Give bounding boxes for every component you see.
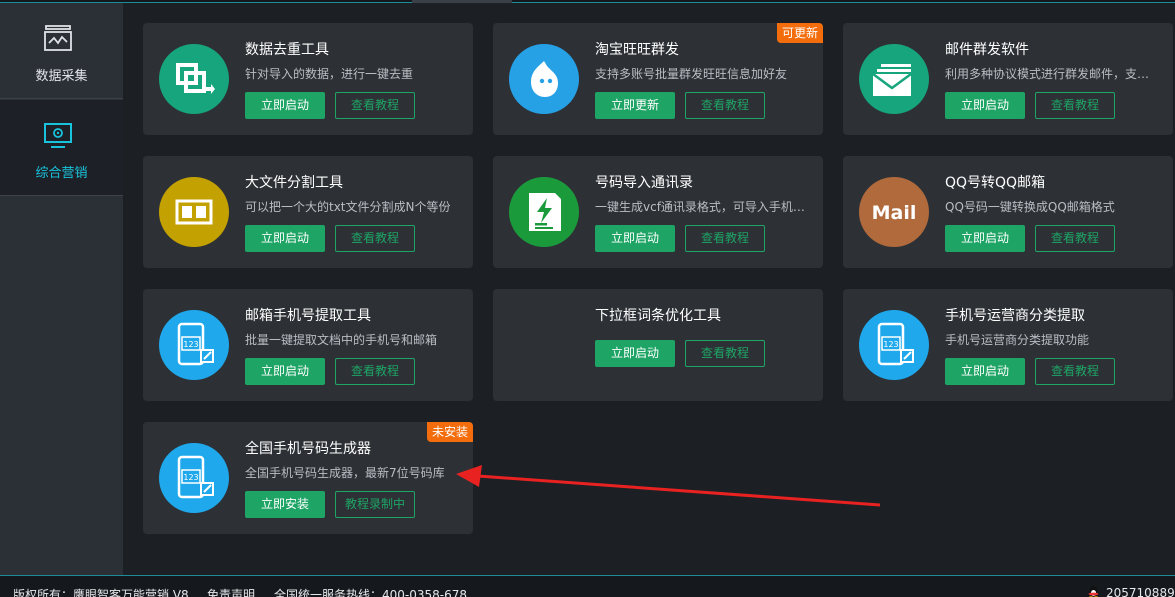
card-title: 下拉框词条优化工具 [595,308,721,324]
sidebar-item-label: 综合营销 [35,166,88,181]
tutorial-button[interactable]: 查看教程 [1035,225,1115,252]
start-button[interactable]: 立即启动 [245,92,325,119]
sidebar-item-data-collection[interactable]: 数据采集 [0,3,123,99]
start-button[interactable]: 立即启动 [945,225,1025,252]
card-desc: 可以把一个大的txt文件分割成N个等份 [245,200,451,214]
copyright-text: 版权所有：鹰眼智客万能营销 V8 [13,588,189,597]
card-taobao-wangwang: 淘宝旺旺群发 支持多账号批量群发旺旺信息加好友 立即更新 查看教程 可更新 [493,23,823,135]
card-title: QQ号转QQ邮箱 [945,175,1046,191]
card-desc: QQ号码一键转换成QQ邮箱格式 [945,200,1115,214]
tutorial-button[interactable]: 查看教程 [335,92,415,119]
card-data-dedup: 数据去重工具 针对导入的数据，进行一键去重 立即启动 查看教程 [143,23,473,135]
card-desc: 利用多种协议模式进行群发邮件，支… [945,67,1150,81]
card-desc: 支持多账号批量群发旺旺信息加好友 [595,67,788,81]
tutorial-button[interactable]: 查看教程 [1035,358,1115,385]
start-button[interactable]: 立即启动 [595,340,675,367]
svg-text:123: 123 [183,340,198,349]
app-window: 数据采集 综合营销 数据去重工具 针对导入的数据，进行一键去重 立即启动 查看教… [0,0,1175,597]
svg-text:123: 123 [183,473,198,482]
tutorial-button[interactable]: 查看教程 [335,358,415,385]
card-title: 淘宝旺旺群发 [595,42,679,58]
tutorial-button[interactable]: 查看教程 [685,92,765,119]
card-desc: 全国手机号码生成器，最新7位号码库 [245,466,445,480]
card-desc: 批量一键提取文档中的手机号和邮箱 [245,333,438,347]
card-title: 手机号运营商分类提取 [945,308,1085,324]
card-carrier-classify: 123 手机号运营商分类提取 手机号运营商分类提取功能 立即启动 查看教程 [843,289,1173,401]
start-button[interactable]: 立即启动 [945,358,1025,385]
svg-text:123: 123 [883,340,898,349]
split-file-icon [159,177,229,247]
mail-logo-icon: Mail [859,177,929,247]
tutorial-button[interactable]: 查看教程 [1035,92,1115,119]
card-desc: 手机号运营商分类提取功能 [945,333,1090,347]
phone-number-icon: 123 [159,310,229,380]
updatable-badge: 可更新 [776,23,823,43]
not-installed-badge: 未安装 [426,422,473,442]
footer: 版权所有：鹰眼智客万能营销 V8 免责声明 全国统一服务热线：400-0358-… [0,575,1175,597]
card-title: 邮箱手机号提取工具 [245,308,371,324]
envelopes-icon [859,44,929,114]
tutorial-button[interactable]: 查看教程 [335,225,415,252]
card-desc: 针对导入的数据，进行一键去重 [245,67,414,81]
card-title: 大文件分割工具 [245,175,343,191]
card-mail-phone-extract: 123 邮箱手机号提取工具 批量一键提取文档中的手机号和邮箱 立即启动 查看教程 [143,289,473,401]
svg-text:Mail: Mail [872,202,917,224]
sidebar-item-label: 数据采集 [35,69,88,84]
screen-gear-icon [44,123,72,148]
card-dropdown-optimize: 下拉框词条优化工具 立即启动 查看教程 [493,289,823,401]
disclaimer-link[interactable]: 免责声明 [207,586,255,597]
card-qq-to-mail: Mail QQ号转QQ邮箱 QQ号码一键转换成QQ邮箱格式 立即启动 查看教程 [843,156,1173,268]
phone-number-icon: 123 [159,443,229,513]
card-title: 全国手机号码生成器 [245,441,371,457]
qq-number[interactable]: 2057108897 [1106,586,1175,597]
card-contacts-import: 号码导入通讯录 一键生成vcf通讯录格式，可导入手机… 立即启动 查看教程 [493,156,823,268]
main-panel: 数据去重工具 针对导入的数据，进行一键去重 立即启动 查看教程 淘宝旺旺群发 支… [123,3,1175,575]
sidebar-item-integrated-marketing[interactable]: 综合营销 [0,100,123,196]
card-title: 数据去重工具 [245,42,329,58]
hotline-text: 全国统一服务热线：400-0358-678 [274,588,468,597]
tutorial-button[interactable]: 查看教程 [685,340,765,367]
phone-number-icon: 123 [859,310,929,380]
card-mail-bulk: 邮件群发软件 利用多种协议模式进行群发邮件，支… 立即启动 查看教程 [843,23,1173,135]
card-phone-generator: 123 全国手机号码生成器 全国手机号码生成器，最新7位号码库 立即安装 教程录… [143,422,473,534]
start-button[interactable]: 立即启动 [245,225,325,252]
tutorial-button[interactable]: 查看教程 [685,225,765,252]
contact-import-icon [509,177,579,247]
start-button[interactable]: 立即启动 [595,225,675,252]
update-button[interactable]: 立即更新 [595,92,675,119]
install-button[interactable]: 立即安装 [245,491,325,518]
chart-monitor-icon [44,25,72,51]
card-desc: 一键生成vcf通讯录格式，可导入手机… [595,200,805,214]
start-button[interactable]: 立即启动 [945,92,1025,119]
start-button[interactable]: 立即启动 [245,358,325,385]
dedup-icon [159,44,229,114]
tutorial-recording-button[interactable]: 教程录制中 [335,491,415,518]
sidebar: 数据采集 综合营销 [0,3,123,575]
qq-penguin-icon [1088,586,1099,597]
card-title: 邮件群发软件 [945,42,1029,58]
card-file-split: 大文件分割工具 可以把一个大的txt文件分割成N个等份 立即启动 查看教程 [143,156,473,268]
wangwang-icon [509,44,579,114]
card-title: 号码导入通讯录 [595,175,693,191]
